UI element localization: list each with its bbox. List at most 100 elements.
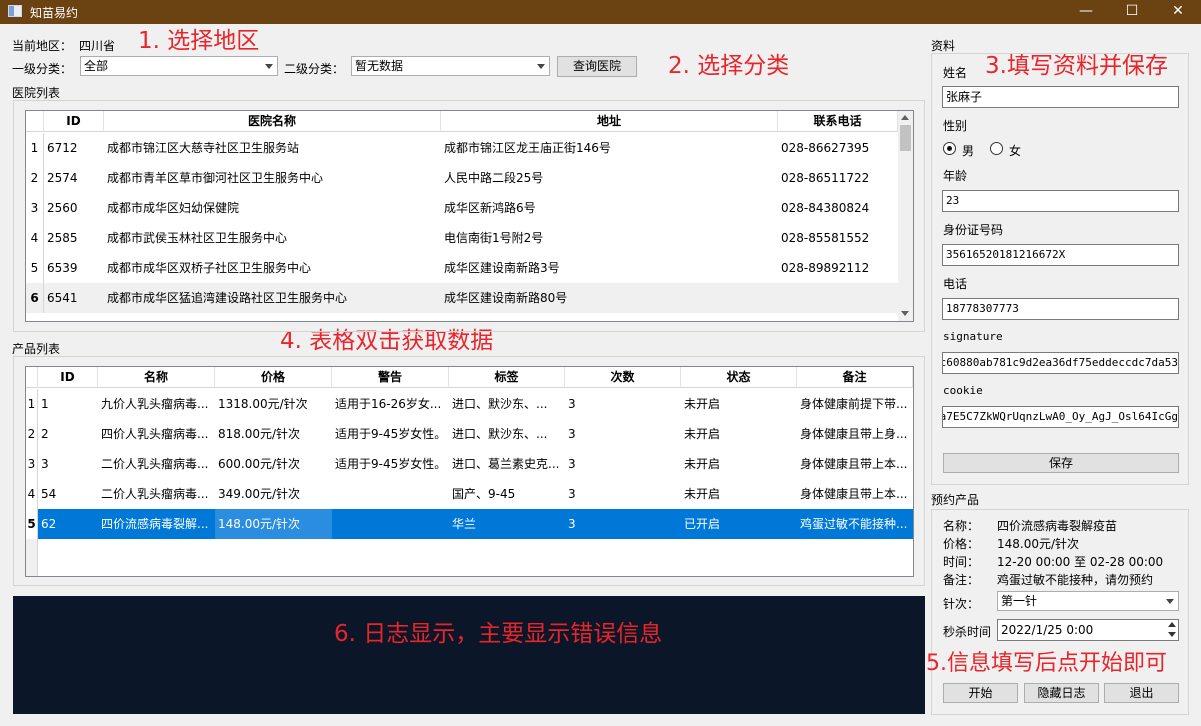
spin-down-icon[interactable] [1168, 632, 1176, 637]
row-number[interactable]: 6 [26, 283, 44, 313]
col-times[interactable]: 次数 [565, 367, 681, 388]
cell-phone[interactable] [778, 283, 898, 313]
table-row[interactable]: 5 62 四价流感病毒裂解... 148.00元/针次 华兰 3 已开启 鸡蛋过敏不能接种..… [26, 509, 913, 539]
cell-tag[interactable]: 进口、葛兰素史克... [449, 449, 565, 479]
female-radio[interactable] [990, 142, 1003, 155]
row-number[interactable]: 1 [26, 133, 44, 163]
query-hospital-button[interactable]: 查询医院 [557, 56, 637, 77]
col-hospital-name[interactable]: 医院名称 [104, 111, 441, 132]
cell-id[interactable]: 2574 [44, 163, 104, 193]
row-number[interactable]: 4 [26, 223, 44, 253]
cell-phone[interactable]: 028-89892112 [778, 253, 898, 283]
cell-phone[interactable]: 028-84380824 [778, 193, 898, 223]
cell-id[interactable]: 6539 [44, 253, 104, 283]
exit-button[interactable]: 退出 [1104, 683, 1179, 703]
start-button[interactable]: 开始 [943, 683, 1018, 703]
cell-price[interactable]: 600.00元/针次 [215, 449, 332, 479]
cell-times[interactable]: 3 [565, 419, 681, 449]
idcard-field[interactable]: 35616520181216672X [942, 244, 1179, 266]
col-tag[interactable]: 标签 [449, 367, 565, 388]
cell-id[interactable]: 3 [38, 449, 98, 479]
cell-note[interactable]: 身体健康且带上身... [797, 419, 913, 449]
cell-name[interactable]: 二价人乳头瘤病毒... [98, 479, 215, 509]
cell-name[interactable]: 二价人乳头瘤病毒... [98, 449, 215, 479]
cell-status[interactable]: 未开启 [681, 449, 797, 479]
cell-hospital-name[interactable]: 成都市成华区双桥子社区卫生服务中心 [104, 253, 441, 283]
row-number[interactable]: 2 [26, 163, 44, 193]
row-number[interactable]: 3 [26, 193, 44, 223]
row-number[interactable]: 4 [26, 479, 38, 509]
cell-address[interactable]: 电信南街1号附2号 [441, 223, 778, 253]
log-panel[interactable]: 6. 日志显示，主要显示错误信息 [13, 596, 925, 714]
scroll-down-icon[interactable] [901, 311, 909, 316]
hide-log-button[interactable]: 隐藏日志 [1024, 683, 1099, 703]
cell-tag[interactable]: 国产、9-45 [449, 479, 565, 509]
cell-id[interactable]: 6541 [44, 283, 104, 313]
male-radio[interactable] [943, 142, 956, 155]
scroll-up-icon[interactable] [901, 115, 909, 120]
cell-address[interactable]: 成华区建设南新路3号 [441, 253, 778, 283]
cell-warning[interactable] [332, 479, 449, 509]
cell-name[interactable]: 四价人乳头瘤病毒... [98, 419, 215, 449]
cell-phone[interactable]: 028-86511722 [778, 163, 898, 193]
cell-note[interactable]: 身体健康且带上本... [797, 479, 913, 509]
cell-times[interactable]: 3 [565, 479, 681, 509]
cell-name[interactable]: 四价流感病毒裂解... [98, 509, 215, 539]
cell-phone[interactable]: 028-85581552 [778, 223, 898, 253]
cell-price[interactable]: 148.00元/针次 [215, 509, 332, 539]
cell-note[interactable]: 鸡蛋过敏不能接种... [797, 509, 913, 539]
cell-id[interactable]: 62 [38, 509, 98, 539]
row-number[interactable]: 5 [26, 509, 38, 539]
cell-price[interactable]: 1318.00元/针次 [215, 389, 332, 419]
maximize-button[interactable]: ☐ [1109, 0, 1155, 24]
level1-select[interactable]: 全部 [80, 56, 278, 76]
row-number[interactable]: 5 [26, 253, 44, 283]
row-number[interactable]: 1 [26, 389, 38, 419]
cell-id[interactable]: 2585 [44, 223, 104, 253]
cell-phone[interactable]: 028-86627395 [778, 133, 898, 163]
row-number[interactable]: 3 [26, 449, 38, 479]
scroll-thumb[interactable] [900, 125, 911, 151]
cell-note[interactable]: 身体健康前提下带... [797, 389, 913, 419]
cell-hospital-name[interactable]: 成都市成华区妇幼保健院 [104, 193, 441, 223]
col-note[interactable]: 备注 [797, 367, 913, 388]
cell-hospital-name[interactable]: 成都市武侯玉林社区卫生服务中心 [104, 223, 441, 253]
male-label[interactable]: 男 [962, 142, 974, 159]
cell-price[interactable]: 818.00元/针次 [215, 419, 332, 449]
col-phone[interactable]: 联系电话 [778, 111, 898, 132]
seckill-datetime[interactable]: 2022/1/25 0:00 [997, 619, 1179, 641]
cell-price[interactable]: 349.00元/针次 [215, 479, 332, 509]
hospital-scrollbar[interactable] [898, 111, 913, 321]
cell-times[interactable]: 3 [565, 389, 681, 419]
table-row[interactable]: 2 2 四价人乳头瘤病毒... 818.00元/针次 适用于9-45岁女性。 进口、默沙东… [26, 419, 913, 449]
product-table[interactable]: ID 名称 价格 警告 标签 次数 状态 备注 1 1 九价人乳头瘤病毒... 131… [25, 366, 914, 577]
row-number[interactable]: 2 [26, 419, 38, 449]
table-row[interactable]: 2 2574 成都市青羊区草市御河社区卫生服务中心 人民中路二段25号 028-8651… [26, 163, 898, 193]
cell-status[interactable]: 已开启 [681, 509, 797, 539]
minimize-button[interactable]: — [1063, 0, 1109, 24]
close-button[interactable]: ✕ [1155, 0, 1201, 24]
cell-tag[interactable]: 华兰 [449, 509, 565, 539]
cell-times[interactable]: 3 [565, 509, 681, 539]
cell-times[interactable]: 3 [565, 449, 681, 479]
cell-address[interactable]: 成都市锦江区龙王庙正街146号 [441, 133, 778, 163]
cell-tag[interactable]: 进口、默沙东、... [449, 389, 565, 419]
col-name[interactable]: 名称 [98, 367, 215, 388]
table-row[interactable]: 5 6539 成都市成华区双桥子社区卫生服务中心 成华区建设南新路3号 028-8989… [26, 253, 898, 283]
cell-warning[interactable]: 适用于9-45岁女性。 [332, 449, 449, 479]
col-id[interactable]: ID [38, 367, 98, 388]
cell-status[interactable]: 未开启 [681, 389, 797, 419]
table-row[interactable]: 3 3 二价人乳头瘤病毒... 600.00元/针次 适用于9-45岁女性。 进口、葛兰素… [26, 449, 913, 479]
dose-select[interactable]: 第一针 [997, 591, 1179, 611]
table-row[interactable]: 4 54 二价人乳头瘤病毒... 349.00元/针次 国产、9-45 3 未开启 身体健康且… [26, 479, 913, 509]
name-field[interactable]: 张麻子 [942, 86, 1179, 108]
cell-name[interactable]: 九价人乳头瘤病毒... [98, 389, 215, 419]
cell-id[interactable]: 6712 [44, 133, 104, 163]
cell-warning[interactable] [332, 509, 449, 539]
cell-id[interactable]: 2560 [44, 193, 104, 223]
cell-hospital-name[interactable]: 成都市青羊区草市御河社区卫生服务中心 [104, 163, 441, 193]
col-id[interactable]: ID [44, 111, 104, 132]
cookie-field[interactable]: 8Kia7E5C7ZkWQrUqnzLwA0_Oy_AgJ_Osl64IcGg [942, 406, 1179, 428]
cell-address[interactable]: 成华区建设南新路80号 [441, 283, 778, 313]
table-row[interactable]: 4 2585 成都市武侯玉林社区卫生服务中心 电信南街1号附2号 028-8558155… [26, 223, 898, 253]
